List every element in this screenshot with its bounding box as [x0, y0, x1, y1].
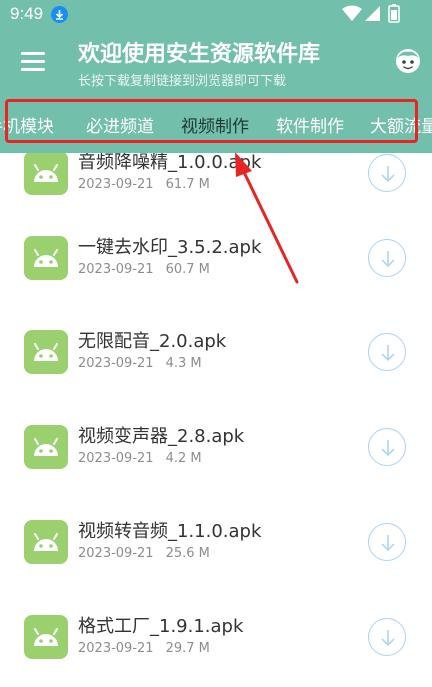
- download-arrow-icon: [381, 251, 395, 268]
- file-meta: 2023-09-21 29.7 M: [78, 641, 210, 656]
- android-icon: [24, 236, 68, 280]
- list-item[interactable]: 一键去水印_3.5.2.apk 2023-09-21 60.7 M: [0, 213, 432, 308]
- file-meta: 2023-09-21 4.3 M: [78, 356, 202, 371]
- download-button[interactable]: [368, 333, 406, 371]
- android-icon: [24, 520, 68, 564]
- status-time: 9:49: [10, 4, 44, 23]
- file-size: 61.7 M: [165, 177, 210, 192]
- download-notification-icon: [51, 6, 68, 23]
- file-size: 4.3 M: [165, 356, 202, 371]
- file-size: 60.7 M: [165, 262, 210, 277]
- wifi-icon: [342, 5, 362, 21]
- page-title: 欢迎使用安生资源软件库: [78, 42, 321, 67]
- download-button[interactable]: [368, 154, 406, 192]
- file-name: 视频转音频_1.1.0.apk: [78, 521, 262, 542]
- file-meta: 2023-09-21 60.7 M: [78, 262, 210, 277]
- file-size: 25.6 M: [165, 546, 210, 561]
- menu-icon[interactable]: [21, 51, 45, 71]
- list-item[interactable]: 格式工厂_1.9.1.apk 2023-09-21 29.7 M: [0, 592, 432, 687]
- list-item[interactable]: 视频转音频_1.1.0.apk 2023-09-21 25.6 M: [0, 497, 432, 592]
- download-arrow-icon: [381, 630, 395, 647]
- face-icon[interactable]: [394, 47, 422, 75]
- annotation-highlight-box: [5, 99, 418, 143]
- file-name: 格式工厂_1.9.1.apk: [78, 616, 244, 637]
- file-date: 2023-09-21: [78, 546, 154, 561]
- list-item[interactable]: 无限配音_2.0.apk 2023-09-21 4.3 M: [0, 307, 432, 402]
- download-button[interactable]: [368, 428, 406, 466]
- page-subtitle: 长按下载复制链接到浏览器即可下载: [78, 74, 287, 89]
- android-icon: [24, 615, 68, 659]
- android-icon: [24, 425, 68, 469]
- battery-icon: [388, 4, 400, 23]
- download-arrow-icon: [381, 440, 395, 457]
- android-icon: [24, 151, 68, 195]
- file-date: 2023-09-21: [78, 177, 154, 192]
- download-button[interactable]: [368, 523, 406, 561]
- signal-icon: [365, 6, 380, 21]
- file-meta: 2023-09-21 61.7 M: [78, 177, 210, 192]
- file-size: 4.2 M: [165, 451, 202, 466]
- download-arrow-icon: [381, 166, 395, 183]
- list-item[interactable]: 视频变声器_2.8.apk 2023-09-21 4.2 M: [0, 402, 432, 497]
- download-button[interactable]: [368, 239, 406, 277]
- download-button[interactable]: [368, 618, 406, 656]
- file-meta: 2023-09-21 25.6 M: [78, 546, 210, 561]
- download-arrow-icon: [381, 535, 395, 552]
- file-date: 2023-09-21: [78, 262, 154, 277]
- file-name: 无限配音_2.0.apk: [78, 331, 227, 352]
- file-meta: 2023-09-21 4.2 M: [78, 451, 202, 466]
- download-arrow-icon: [381, 345, 395, 362]
- android-icon: [24, 330, 68, 374]
- file-date: 2023-09-21: [78, 641, 154, 656]
- file-date: 2023-09-21: [78, 356, 154, 371]
- status-bar: 9:49: [0, 0, 432, 28]
- file-size: 29.7 M: [165, 641, 210, 656]
- file-date: 2023-09-21: [78, 451, 154, 466]
- file-name: 一键去水印_3.5.2.apk: [78, 237, 262, 258]
- file-name: 视频变声器_2.8.apk: [78, 426, 245, 447]
